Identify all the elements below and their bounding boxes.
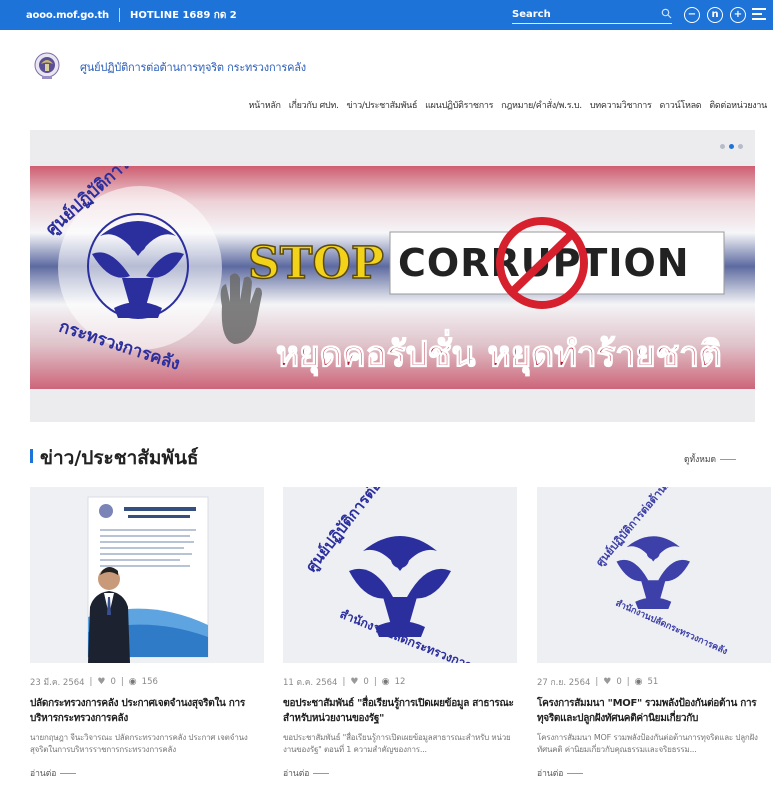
arrow-right-icon <box>313 772 330 774</box>
menu-icon[interactable] <box>752 8 766 23</box>
news-date: 27 ก.ย. 2564 <box>537 678 591 688</box>
search-box <box>512 6 672 24</box>
read-more-label: อ่านต่อ <box>30 769 57 779</box>
nav-item-home[interactable]: หน้าหลัก <box>248 98 281 112</box>
zoom-in-icon[interactable]: + <box>730 7 746 23</box>
news-card[interactable]: ศูนย์ปฏิบัติการต่อต้านการทุจริต สำนักงาน… <box>537 487 771 780</box>
carousel-indicators <box>720 144 743 149</box>
org-title[interactable]: ศูนย์ปฏิบัติการต่อต้านการทุจริต กระทรวงก… <box>80 58 306 76</box>
news-thumbnail[interactable]: ศูนย์ปฏิบัติการต่อต้านการทุจริต สำนักงาน… <box>283 487 517 663</box>
see-all-label: ดูทั้งหมด <box>684 455 716 465</box>
nav-item-news[interactable]: ข่าว/ประชาสัมพันธ์ <box>347 98 418 112</box>
view-count: 51 <box>647 677 659 687</box>
hero-carousel[interactable]: ศูนย์ปฏิบัติการต่อต้านการทุจริต กระทรวงก… <box>30 130 755 422</box>
hotline-text: HOTLINE 1689 กด 2 <box>129 9 237 21</box>
news-title[interactable]: ขอประชาสัมพันธ์ "สื่อเรียนรู้การเปิดเผยข… <box>283 696 517 726</box>
eye-icon: ◉ <box>381 677 390 687</box>
news-thumbnail[interactable]: ศูนย์ปฏิบัติการต่อต้านการทุจริต สำนักงาน… <box>537 487 771 663</box>
read-more-label: อ่านต่อ <box>537 769 564 779</box>
main-navigation: หน้าหลัก เกี่ยวกับ ศปท. ข่าว/ประชาสัมพัน… <box>248 98 767 112</box>
read-more-link[interactable]: อ่านต่อ <box>537 766 771 780</box>
news-excerpt: โครงการสัมมนา MOF รวมพลังป้องกันต่อต้านก… <box>537 733 758 754</box>
news-meta: 11 ต.ค. 2564 | ♥ 0 | ◉ 12 <box>283 677 406 688</box>
like-count: 0 <box>110 677 116 687</box>
eye-icon: ◉ <box>128 677 137 687</box>
heart-icon[interactable]: ♥ <box>350 677 358 687</box>
top-utility-bar: aooo.mof.go.th HOTLINE 1689 กด 2 − n + <box>0 0 773 30</box>
nav-item-articles[interactable]: บทความวิชาการ <box>590 98 652 112</box>
nav-item-contact[interactable]: ติดต่อหน่วยงาน <box>709 98 767 112</box>
carousel-dot-active[interactable] <box>729 144 734 149</box>
stop-corruption-banner[interactable]: ศูนย์ปฏิบัติการต่อต้านการทุจริต กระทรวงก… <box>30 166 755 389</box>
arrow-right-icon <box>60 772 77 774</box>
zoom-out-icon[interactable]: − <box>684 7 700 23</box>
eye-icon: ◉ <box>634 677 643 687</box>
news-date: 23 มี.ค. 2564 <box>30 678 85 688</box>
arrow-right-icon <box>567 772 584 774</box>
see-all-link[interactable]: ดูทั้งหมด <box>684 452 736 466</box>
carousel-dot[interactable] <box>720 144 725 149</box>
nav-item-action-plan[interactable]: แผนปฏิบัติราชการ <box>425 98 493 112</box>
site-url[interactable]: aooo.mof.go.th <box>26 10 109 21</box>
news-card[interactable]: ศูนย์ปฏิบัติการต่อต้านการทุจริต สำนักงาน… <box>283 487 517 780</box>
heart-icon[interactable]: ♥ <box>603 677 611 687</box>
section-title: ข่าว/ประชาสัมพันธ์ <box>40 447 199 469</box>
news-meta: 27 ก.ย. 2564 | ♥ 0 | ◉ 51 <box>537 677 659 688</box>
nav-item-law[interactable]: กฎหมาย/คำสั่ง/พ.ร.บ. <box>501 98 582 112</box>
divider <box>118 8 120 22</box>
carousel-dot[interactable] <box>738 144 743 149</box>
ministry-logo[interactable] <box>34 52 60 80</box>
news-title[interactable]: ปลัดกระทรวงการคลัง ประกาศเจตจำนงสุจริตใน… <box>30 696 264 726</box>
arrow-right-icon <box>720 458 736 460</box>
news-date: 11 ต.ค. 2564 <box>283 678 338 688</box>
search-icon[interactable] <box>661 8 672 22</box>
banner-stop-text: STOP <box>248 238 384 289</box>
read-more-link[interactable]: อ่านต่อ <box>30 766 264 780</box>
section-accent-bar <box>30 449 33 463</box>
search-input[interactable] <box>512 9 632 20</box>
read-more-label: อ่านต่อ <box>283 769 310 779</box>
news-thumbnail[interactable] <box>30 487 264 663</box>
news-card[interactable]: 23 มี.ค. 2564 | ♥ 0 | ◉ 156 ปลัดกระทรวงก… <box>30 487 264 780</box>
reset-font-icon[interactable]: n <box>707 7 723 23</box>
like-count: 0 <box>363 677 369 687</box>
nav-item-about[interactable]: เกี่ยวกับ ศปท. <box>289 98 339 112</box>
view-count: 12 <box>394 677 406 687</box>
read-more-link[interactable]: อ่านต่อ <box>283 766 517 780</box>
news-meta: 23 มี.ค. 2564 | ♥ 0 | ◉ 156 <box>30 677 158 688</box>
news-title[interactable]: โครงการสัมมนา "MOF" รวมพลังป้องกันต่อต้า… <box>537 696 771 726</box>
like-count: 0 <box>616 677 622 687</box>
news-excerpt: ขอประชาสัมพันธ์ "สื่อเรียนรู้การเปิดเผยข… <box>283 733 511 754</box>
view-count: 156 <box>141 677 158 687</box>
banner-slogan-text: หยุดคอรัปชั่น หยุดทำร้ายชาติ <box>276 329 722 376</box>
news-excerpt: นายกฤษฎา จีนะวิจารณะ ปลัดกระทรวงการคลัง … <box>30 733 248 754</box>
heart-icon[interactable]: ♥ <box>97 677 105 687</box>
nav-item-download[interactable]: ดาวน์โหลด <box>660 98 702 112</box>
